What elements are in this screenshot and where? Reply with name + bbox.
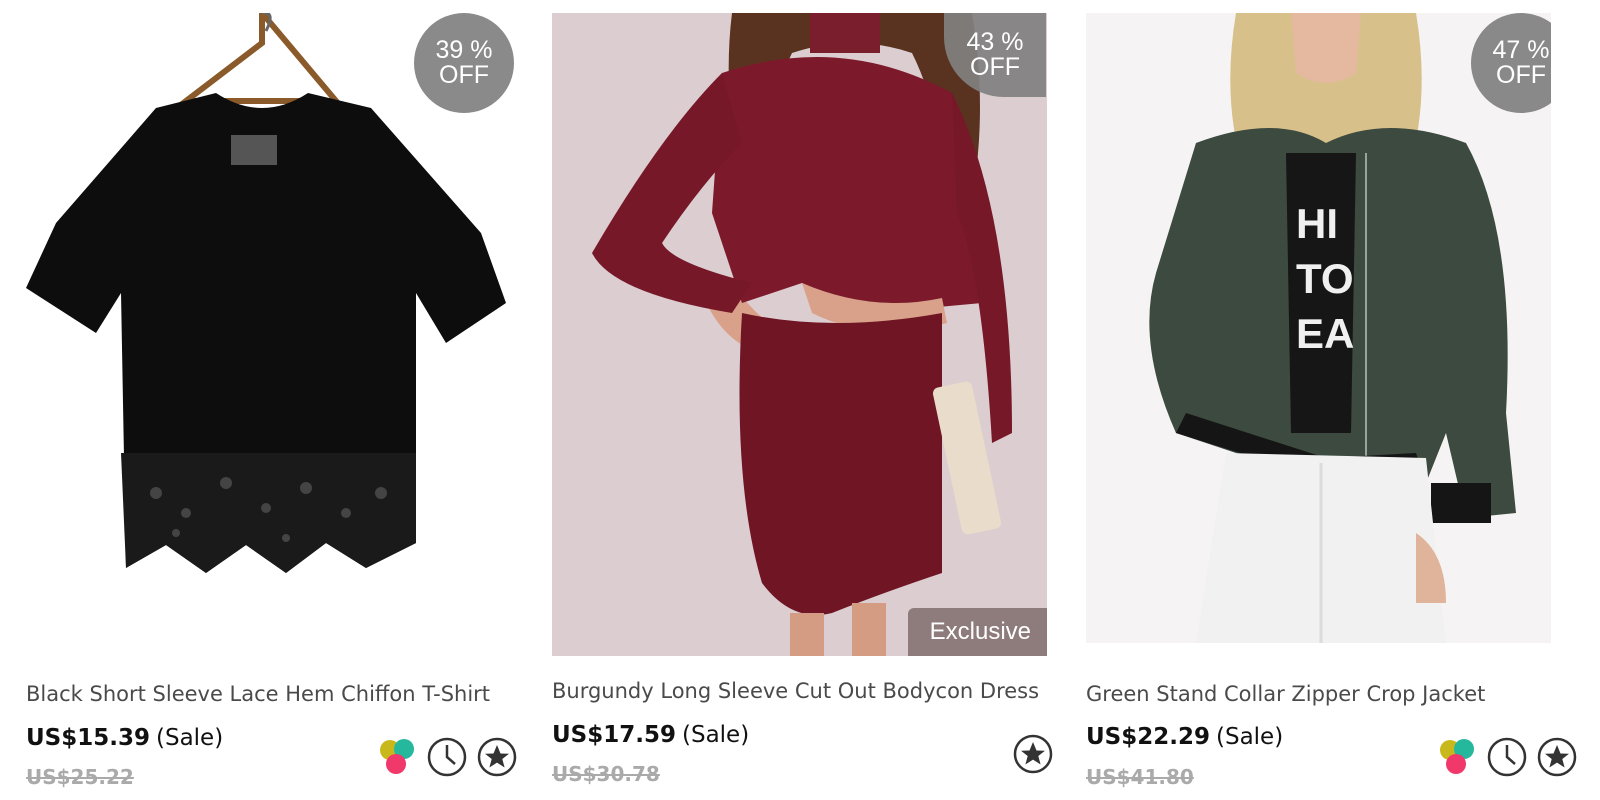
- product-actions: [376, 736, 518, 778]
- product-photo-green-jacket: HI TO EA: [1086, 13, 1551, 643]
- discount-percent: 47 %: [1492, 36, 1550, 64]
- product-name-link[interactable]: Green Stand Collar Zipper Crop Jacket: [1086, 682, 1485, 706]
- sale-price: US$17.59: [552, 722, 676, 748]
- colors-icon[interactable]: [1436, 736, 1478, 778]
- discount-percent: 43 %: [966, 28, 1024, 56]
- svg-text:TO: TO: [1296, 255, 1354, 302]
- original-price: US$25.22: [26, 765, 134, 789]
- product-actions: [1012, 733, 1054, 775]
- product-image-link[interactable]: 39 % OFF: [26, 13, 516, 628]
- sale-price: US$15.39: [26, 725, 150, 751]
- discount-off-label: OFF: [970, 53, 1020, 81]
- discount-off-label: OFF: [1496, 61, 1546, 89]
- product-grid: 39 % OFF Black Short Sleeve Lace Hem Chi…: [0, 0, 1600, 800]
- clock-icon[interactable]: [1486, 736, 1528, 778]
- clock-icon[interactable]: [426, 736, 468, 778]
- star-icon[interactable]: [1012, 733, 1054, 775]
- product-actions: [1436, 736, 1578, 778]
- star-icon[interactable]: [476, 736, 518, 778]
- star-icon[interactable]: [1536, 736, 1578, 778]
- price-row: US$22.29 (Sale): [1086, 724, 1283, 750]
- sale-label: (Sale): [156, 725, 224, 751]
- price-row: US$15.39 (Sale): [26, 725, 223, 751]
- product-name-link[interactable]: Black Short Sleeve Lace Hem Chiffon T-Sh…: [26, 682, 490, 706]
- product-image-link[interactable]: 43 % OFF Exclusive: [552, 13, 1047, 656]
- svg-text:EA: EA: [1296, 310, 1354, 357]
- product-image-link[interactable]: HI TO EA 47 % OFF: [1086, 13, 1551, 643]
- product-card: 39 % OFF Black Short Sleeve Lace Hem Chi…: [26, 0, 518, 800]
- sale-label: (Sale): [1216, 724, 1284, 750]
- sale-price: US$22.29: [1086, 724, 1210, 750]
- colors-icon[interactable]: [376, 736, 418, 778]
- product-name-link[interactable]: Burgundy Long Sleeve Cut Out Bodycon Dre…: [552, 679, 1039, 703]
- original-price: US$30.78: [552, 762, 660, 786]
- price-row: US$17.59 (Sale): [552, 722, 749, 748]
- product-photo-burgundy-dress: [552, 13, 1047, 656]
- original-price: US$41.80: [1086, 765, 1194, 789]
- discount-percent: 39 %: [435, 36, 493, 64]
- sale-label: (Sale): [682, 722, 750, 748]
- svg-text:HI: HI: [1296, 200, 1338, 247]
- product-card: 43 % OFF Exclusive Burgundy Long Sleeve …: [552, 0, 1053, 800]
- discount-off-label: OFF: [439, 61, 489, 89]
- exclusive-tag: Exclusive: [907, 608, 1047, 656]
- discount-badge: 39 % OFF: [414, 13, 514, 113]
- product-card: HI TO EA 47 % OFF Green Stand Collar Zip…: [1086, 0, 1586, 800]
